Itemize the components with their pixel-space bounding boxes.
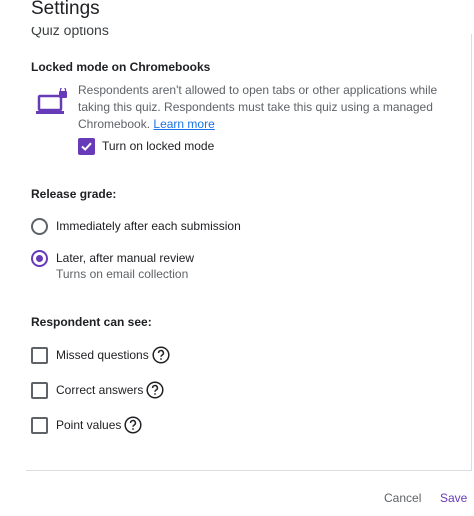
scroll-region-border (471, 34, 472, 470)
learn-more-link[interactable]: Learn more (153, 117, 214, 131)
dialog-title: Settings (31, 0, 100, 19)
correct-answers-checkbox[interactable] (31, 382, 48, 399)
missed-questions-checkbox[interactable] (31, 347, 48, 364)
quiz-options-heading-text: Quiz options (31, 27, 109, 38)
locked-mode-heading: Locked mode on Chromebooks (31, 60, 211, 74)
locked-mode-description: Respondents aren't allowed to open tabs … (78, 82, 448, 133)
footer-divider (26, 470, 472, 471)
save-button[interactable]: Save (440, 491, 467, 505)
release-grade-heading: Release grade: (31, 187, 117, 201)
release-immediately-radio[interactable] (31, 218, 48, 235)
release-later-radio[interactable] (31, 250, 48, 267)
correct-answers-label: Correct answers (56, 383, 144, 397)
missed-questions-help-icon[interactable] (152, 346, 170, 364)
release-later-sublabel: Turns on email collection (56, 267, 189, 281)
radio-selected-dot (36, 255, 43, 262)
locked-mode-checkbox-label: Turn on locked mode (102, 139, 215, 153)
point-values-help-icon[interactable] (124, 416, 142, 434)
check-icon (81, 142, 92, 151)
quiz-options-heading: Quiz options (31, 27, 231, 38)
release-later-label: Later, after manual review (56, 251, 195, 265)
missed-questions-label: Missed questions (56, 348, 149, 362)
point-values-label: Point values (56, 418, 122, 432)
locked-mode-checkbox[interactable] (78, 138, 95, 155)
respondent-can-see-heading: Respondent can see: (31, 315, 152, 329)
point-values-checkbox[interactable] (31, 417, 48, 434)
cancel-button[interactable]: Cancel (384, 491, 421, 505)
correct-answers-help-icon[interactable] (146, 381, 164, 399)
locked-mode-description-text: Respondents aren't allowed to open tabs … (78, 83, 438, 131)
laptop-lock-icon (36, 88, 67, 114)
release-immediately-label: Immediately after each submission (56, 219, 241, 233)
